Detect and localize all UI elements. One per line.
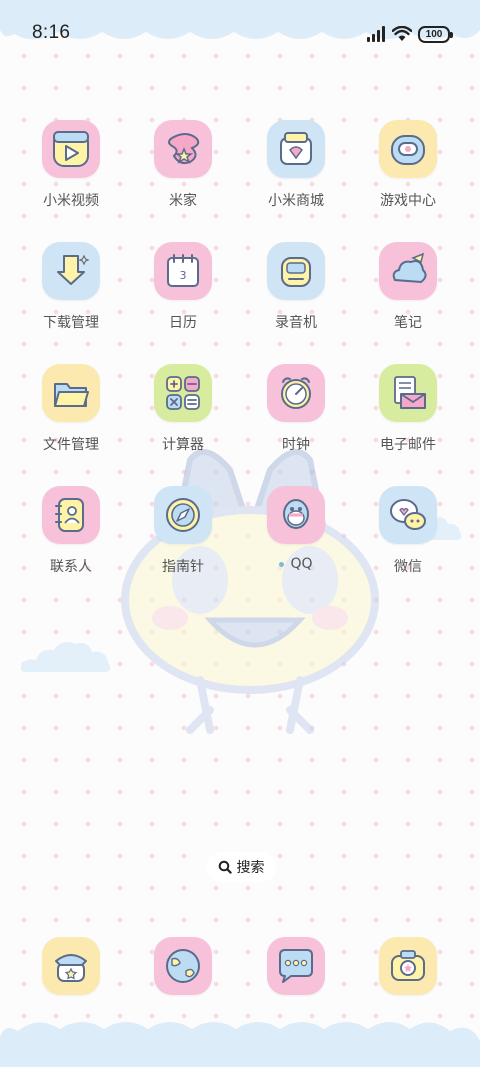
app-label: 计算器 <box>162 437 204 453</box>
game-icon <box>379 120 437 178</box>
app-contacts[interactable]: 联系人 <box>21 486 121 576</box>
bottom-cloud-border <box>0 1022 480 1067</box>
app-label: QQ <box>246 556 346 572</box>
app-label: 笔记 <box>394 315 422 331</box>
app-file-manager[interactable]: 文件管理 <box>21 364 121 454</box>
qq-icon <box>267 486 325 544</box>
notes-icon <box>379 242 437 300</box>
app-label: 微信 <box>394 559 422 575</box>
new-app-dot <box>279 561 285 567</box>
home-icon <box>154 120 212 178</box>
wechat-icon <box>379 486 437 544</box>
calendar-day: 3 <box>180 269 187 282</box>
dock-messages[interactable] <box>267 937 325 995</box>
app-label: 录音机 <box>275 315 317 331</box>
app-label: 小米视频 <box>43 193 99 209</box>
app-qq[interactable]: QQ <box>246 486 346 572</box>
app-label: 指南针 <box>162 559 204 575</box>
app-label: 游戏中心 <box>380 193 436 209</box>
app-label: 米家 <box>169 193 197 209</box>
shop-icon <box>267 120 325 178</box>
contacts-icon <box>42 486 100 544</box>
battery-indicator: 100 <box>418 25 453 43</box>
search-label: 搜索 <box>236 860 265 876</box>
search-icon <box>218 860 232 874</box>
mascot-wallpaper <box>121 449 379 734</box>
status-time: 8:16 <box>32 22 71 43</box>
app-recorder[interactable]: 录音机 <box>246 242 346 332</box>
app-label: 联系人 <box>50 559 92 575</box>
calculator-icon <box>154 364 212 422</box>
dock-phone[interactable] <box>42 937 100 995</box>
app-download-manager[interactable]: 下载管理 <box>21 242 121 332</box>
app-calculator[interactable]: 计算器 <box>133 364 233 454</box>
app-label-text: QQ <box>290 556 313 572</box>
recorder-icon <box>267 242 325 300</box>
app-label: 日历 <box>169 315 197 331</box>
app-compass[interactable]: 指南针 <box>133 486 233 576</box>
status-icons: 100 <box>366 24 453 44</box>
app-label: 时钟 <box>282 437 310 453</box>
messages-icon <box>279 949 313 983</box>
app-label: 电子邮件 <box>380 437 436 453</box>
compass-icon <box>154 486 212 544</box>
app-wechat[interactable]: 微信 <box>358 486 458 576</box>
app-notes[interactable]: 笔记 <box>358 242 458 332</box>
download-icon <box>42 242 100 300</box>
folder-icon <box>42 364 100 422</box>
app-label: 文件管理 <box>43 437 99 453</box>
app-game-center[interactable]: 游戏中心 <box>358 120 458 210</box>
app-label: 小米商城 <box>268 193 324 209</box>
app-mijia[interactable]: 米家 <box>133 120 233 210</box>
mail-icon <box>379 364 437 422</box>
app-xiaomi-video[interactable]: 小米视频 <box>21 120 121 210</box>
dock-browser[interactable] <box>154 937 212 995</box>
camera-icon <box>391 950 425 981</box>
app-label: 下载管理 <box>43 315 99 331</box>
video-icon <box>42 120 100 178</box>
app-calendar[interactable]: 3 日历 <box>133 242 233 332</box>
app-clock[interactable]: 时钟 <box>246 364 346 454</box>
search-button[interactable]: 搜索 <box>206 852 276 882</box>
wifi-icon <box>392 26 412 41</box>
app-email[interactable]: 电子邮件 <box>358 364 458 454</box>
clock-icon <box>267 364 325 422</box>
signal-icon <box>367 26 385 42</box>
dock-camera[interactable] <box>379 937 437 995</box>
browser-icon <box>166 949 200 983</box>
phone-icon <box>55 954 87 982</box>
app-xiaomi-mall[interactable]: 小米商城 <box>246 120 346 210</box>
cloud-decoration <box>20 642 111 672</box>
calendar-icon: 3 <box>154 242 212 300</box>
